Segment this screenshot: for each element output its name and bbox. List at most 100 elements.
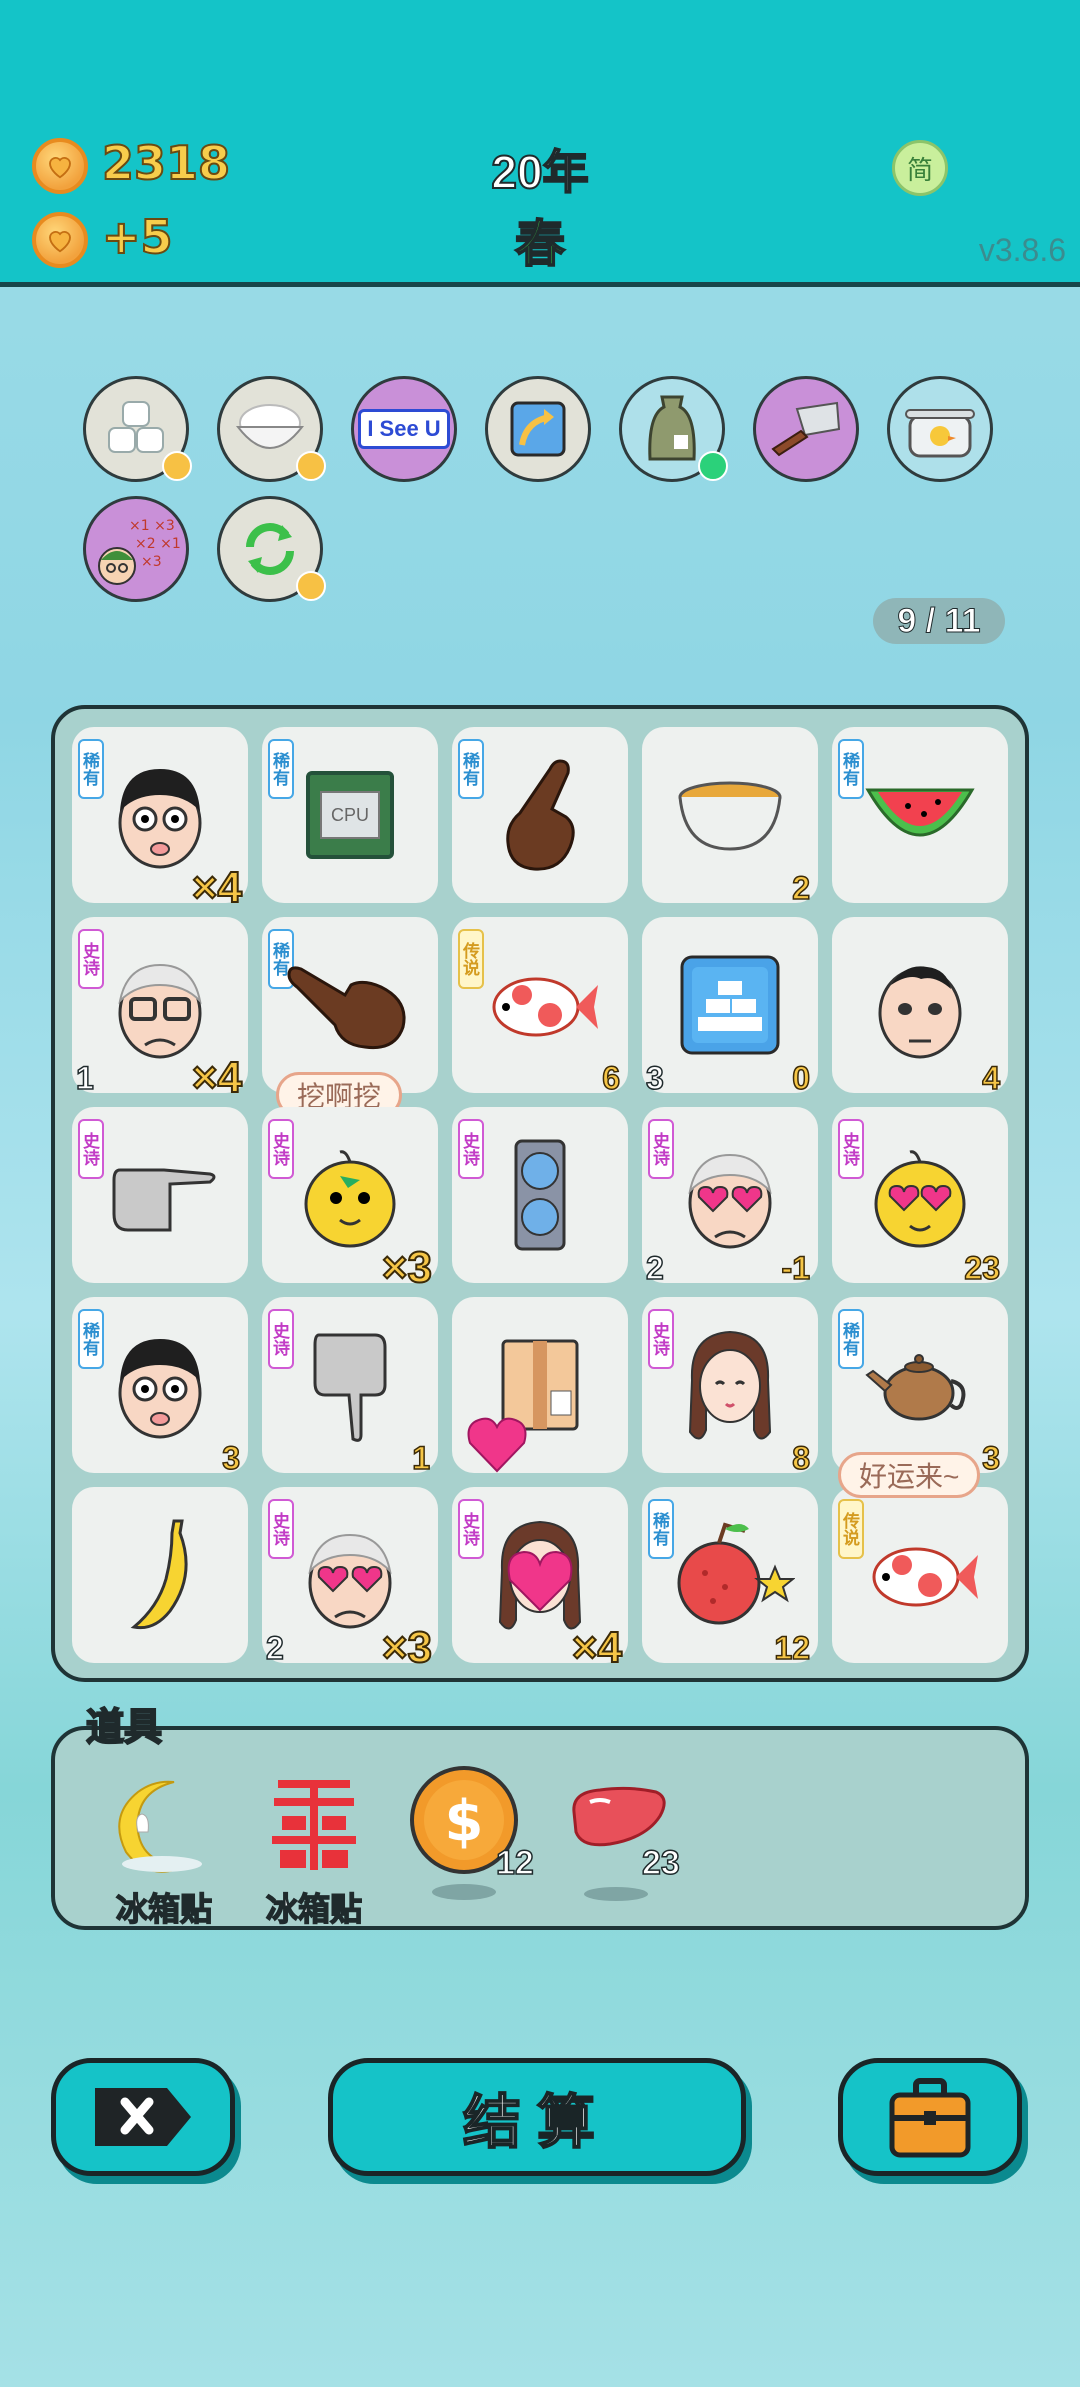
board-cell[interactable]: 稀有 3 xyxy=(832,1297,1008,1477)
value-label: 6 xyxy=(601,1059,620,1097)
value-label: 3 xyxy=(981,1439,1000,1477)
tool-moon-magnet[interactable]: 冰箱贴 xyxy=(104,1772,224,1928)
gpu-card-icon xyxy=(514,1139,566,1251)
tool-liver[interactable]: 23 xyxy=(560,1772,681,1922)
board-cell[interactable]: 2 xyxy=(642,727,818,907)
board-cell[interactable]: 稀有 CPU xyxy=(262,727,438,903)
multiplier-label: ×4 xyxy=(191,862,243,913)
rice-bowl-icon xyxy=(235,404,305,449)
left-value-label: 3 xyxy=(645,1059,664,1097)
value-label: 1 xyxy=(411,1439,430,1477)
svg-text:×2 ×1: ×2 ×1 xyxy=(135,536,181,552)
board-cell[interactable]: 传说 xyxy=(832,1487,1008,1663)
girl-heart-face-icon xyxy=(498,1520,582,1630)
page-counter: 9 / 11 xyxy=(873,598,1005,644)
tool-count: 12 xyxy=(495,1843,534,1883)
board-cell[interactable]: 史诗 1 xyxy=(262,1297,438,1477)
board-cell[interactable] xyxy=(452,1297,628,1473)
relic-pot-duck[interactable] xyxy=(887,376,993,482)
relic-multiplier-guy[interactable]: ×1 ×3 ×2 ×1 ×3 xyxy=(83,496,189,602)
ice-cubes-icon xyxy=(108,401,164,453)
svg-text:×1 ×3: ×1 ×3 xyxy=(129,518,175,534)
i-see-u-icon: I See U xyxy=(358,409,450,449)
tool-label: 冰箱贴 xyxy=(115,1890,213,1928)
board-cell[interactable]: 史诗 ×4 xyxy=(452,1487,628,1673)
koi-fish-icon xyxy=(492,977,598,1037)
multiplier-label: ×4 xyxy=(191,1052,243,1103)
dollar-coin-icon: $ xyxy=(410,1766,518,1900)
tools-title: 道具 xyxy=(85,1706,163,1750)
watermelon-icon xyxy=(865,788,975,837)
value-label: 12 xyxy=(774,1629,811,1667)
pot-duck-icon xyxy=(905,409,975,458)
backpack-button[interactable] xyxy=(838,2058,1022,2176)
relic-cleaver[interactable] xyxy=(753,376,859,482)
settle-button-label: 结算 xyxy=(462,2087,611,2157)
coin-badge-icon xyxy=(296,451,326,481)
curved-arrow-icon xyxy=(510,401,566,457)
board-cell[interactable]: 稀有 xyxy=(832,727,1008,903)
value-label: 8 xyxy=(791,1439,810,1477)
speech-bubble: 好运来~ xyxy=(838,1452,981,1498)
pointing-finger-up-icon xyxy=(506,759,575,871)
top-bar: 2318 +5 20年 春 简 v3.8.6 xyxy=(0,0,1080,287)
close-button[interactable] xyxy=(51,2058,235,2176)
board-cell[interactable]: 稀有 xyxy=(262,917,438,1093)
relic-i-see-u[interactable]: I See U xyxy=(351,376,457,482)
multiplier-label: ×4 xyxy=(571,1622,623,1673)
value-label: 2 xyxy=(791,869,810,907)
grandpa-heart-eyes-icon xyxy=(308,1533,392,1629)
relic-rice-bowl[interactable] xyxy=(217,376,326,482)
board-cell[interactable]: 史诗 xyxy=(72,1107,248,1283)
board-cell[interactable]: 史诗 2 ×3 xyxy=(262,1487,438,1673)
board-cell[interactable]: 史诗 8 xyxy=(642,1297,818,1477)
board-cell[interactable]: 稀有 12 xyxy=(642,1487,818,1667)
multiplier-label: ×3 xyxy=(381,1242,433,1293)
relic-refresh[interactable] xyxy=(217,496,326,602)
tool-label: 冰箱贴 xyxy=(265,1890,363,1928)
heart-icon xyxy=(467,1417,527,1473)
board-cell[interactable]: 史诗 2 -1 xyxy=(642,1107,818,1287)
language-toggle-button[interactable]: 简 xyxy=(892,140,948,196)
value-label: -1 xyxy=(781,1249,811,1287)
board-cell[interactable]: 稀有 3 xyxy=(72,1297,248,1477)
status-dot-icon xyxy=(698,451,728,481)
board-cell[interactable] xyxy=(72,1487,248,1663)
board-cell[interactable]: 史诗 xyxy=(452,1107,628,1283)
relic-ice-cubes[interactable] xyxy=(83,376,192,482)
relic-sack[interactable] xyxy=(619,376,728,482)
season-label: 春 xyxy=(514,215,566,273)
board-cell[interactable]: 稀有 xyxy=(452,727,628,903)
board-cell[interactable]: 3 0 xyxy=(642,917,818,1097)
board-cell[interactable]: 稀有 ×4 xyxy=(72,727,248,913)
gold-bars-icon xyxy=(680,955,780,1055)
board-cell[interactable]: 4 xyxy=(832,917,1008,1097)
briefcase-icon xyxy=(889,2078,971,2158)
multiplier-label: ×3 xyxy=(381,1622,433,1673)
value-label: 23 xyxy=(964,1249,1001,1287)
value-label: 4 xyxy=(981,1059,1000,1097)
settle-button[interactable]: 结算 xyxy=(328,2058,746,2176)
left-value-label: 2 xyxy=(645,1249,664,1287)
soup-bowl-icon xyxy=(678,781,782,851)
lychee-icon xyxy=(677,1522,795,1625)
left-value-label: 2 xyxy=(265,1629,284,1667)
girl-braids-icon xyxy=(688,1330,772,1440)
board-cell[interactable]: 史诗 1 ×4 xyxy=(72,917,248,1103)
board-cell[interactable]: 史诗 ×3 xyxy=(262,1107,438,1293)
tool-dollar-coin[interactable]: $ 12 xyxy=(406,1764,535,1914)
board-cell[interactable]: 传说 6 xyxy=(452,917,628,1097)
value-label: 3 xyxy=(221,1439,240,1477)
boy-face-icon xyxy=(118,769,202,869)
left-value-label: 1 xyxy=(75,1059,94,1097)
coin-badge-icon xyxy=(162,451,192,481)
pointing-finger-right-icon xyxy=(287,966,406,1050)
tool-count: 23 xyxy=(641,1843,680,1883)
koi-fish-icon xyxy=(872,1547,978,1607)
boy-face-icon xyxy=(118,1339,202,1439)
tool-double-happiness-magnet[interactable]: 冰箱贴 xyxy=(254,1772,374,1928)
relic-up-arrow[interactable] xyxy=(485,376,591,482)
value-label: 0 xyxy=(791,1059,810,1097)
board-cell[interactable]: 史诗 23 xyxy=(832,1107,1008,1287)
banana-icon xyxy=(130,1519,188,1630)
